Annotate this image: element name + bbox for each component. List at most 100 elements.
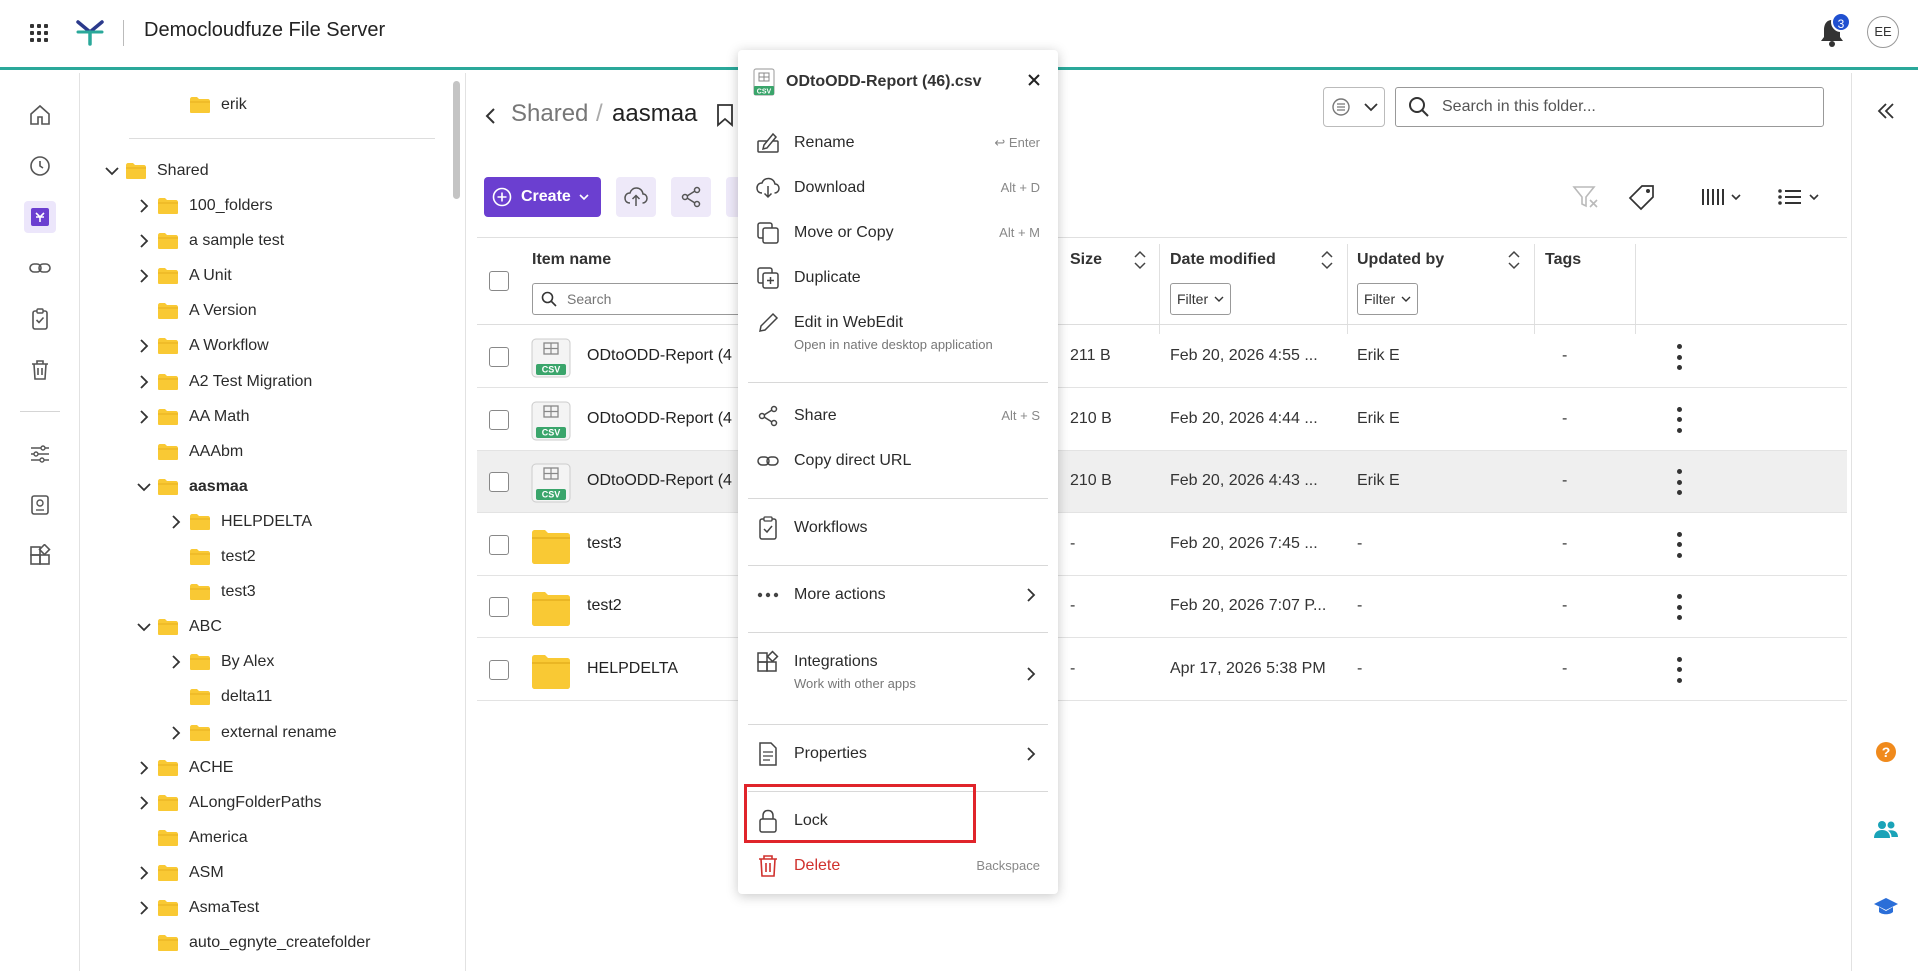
updated-by-filter-button[interactable]: Filter [1357, 283, 1419, 315]
table-row[interactable]: test3 - Feb 20, 2026 7:45 ... - - [477, 514, 1847, 576]
tasks-clipboard-icon[interactable] [24, 303, 56, 335]
apps-grid-icon[interactable] [24, 540, 56, 572]
chevron-down-icon[interactable] [105, 166, 119, 176]
row-checkbox[interactable] [489, 597, 509, 617]
menu-item-edit-webedit[interactable]: Edit in WebEdit Open in native desktop ap… [748, 309, 1048, 352]
more-toolbar-button[interactable] [726, 177, 738, 217]
tree-item-a-version[interactable]: A Version [131, 296, 257, 326]
column-header-name[interactable]: Item name [532, 251, 611, 269]
table-row[interactable]: HELPDELTA - Apr 17, 2026 5:38 PM - - [477, 639, 1847, 701]
bookmark-icon[interactable] [716, 103, 734, 127]
item-name[interactable]: ODtoODD-Report (4 [587, 347, 732, 365]
tree-toggle[interactable] [99, 166, 125, 176]
sort-date-icon[interactable] [1320, 249, 1334, 271]
sort-updated-icon[interactable] [1507, 249, 1521, 271]
tree-item-a-workflow[interactable]: A Workflow [131, 331, 269, 361]
tree-item-delta11[interactable]: delta11 [163, 682, 272, 712]
help-icon[interactable]: ? [1872, 738, 1900, 766]
back-arrow-icon[interactable] [482, 104, 498, 128]
tree-toggle[interactable] [131, 410, 157, 424]
tree-item-asmatest[interactable]: AsmaTest [131, 893, 259, 923]
user-avatar[interactable]: EE [1867, 16, 1899, 48]
select-all-checkbox[interactable] [489, 271, 509, 291]
create-button[interactable]: Create [484, 177, 601, 217]
menu-item-rename[interactable]: Rename ↩ Enter [748, 129, 1048, 157]
home-icon[interactable] [24, 99, 56, 131]
chevron-right-icon[interactable] [139, 761, 149, 775]
row-checkbox[interactable] [489, 347, 509, 367]
list-view-icon[interactable] [1777, 181, 1819, 213]
sort-size-icon[interactable] [1133, 249, 1147, 271]
tree-item-a2-test-migration[interactable]: A2 Test Migration [131, 367, 312, 397]
close-icon[interactable] [1022, 68, 1046, 92]
tree-item-100-folders[interactable]: 100_folders [131, 191, 273, 221]
column-header-tags[interactable]: Tags [1545, 251, 1581, 269]
chevron-right-icon[interactable] [171, 726, 181, 740]
tags-icon[interactable] [1628, 181, 1656, 213]
tree-toggle[interactable] [131, 375, 157, 389]
item-name[interactable]: test3 [587, 535, 622, 553]
menu-item-more-actions[interactable]: More actions [748, 581, 1048, 609]
row-more-icon[interactable] [1667, 594, 1691, 620]
tree-item-shared[interactable]: Shared [99, 156, 209, 186]
table-row[interactable]: CSV ODtoODD-Report (4 211 B Feb 20, 2026 4:… [477, 326, 1847, 388]
item-name[interactable]: test2 [587, 597, 622, 615]
chevron-right-icon[interactable] [139, 410, 149, 424]
search-input[interactable] [1442, 98, 1802, 116]
menu-item-properties[interactable]: Properties [748, 740, 1048, 768]
share-toolbar-button[interactable] [671, 177, 711, 217]
collapse-panel-icon[interactable] [1872, 97, 1900, 125]
chevron-down-icon[interactable] [137, 622, 151, 632]
chevron-right-icon[interactable] [139, 901, 149, 915]
table-row[interactable]: CSV ODtoODD-Report (4 210 B Feb 20, 2026 4:… [477, 451, 1847, 513]
chevron-right-icon[interactable] [171, 515, 181, 529]
tree-item-aaabm[interactable]: AAAbm [131, 437, 243, 467]
menu-item-share[interactable]: Share Alt + S [748, 402, 1048, 430]
menu-item-move-copy[interactable]: Move or Copy Alt + M [748, 219, 1048, 247]
tree-toggle[interactable] [131, 796, 157, 810]
tree-toggle[interactable] [131, 901, 157, 915]
tree-toggle[interactable] [131, 482, 157, 492]
column-header-size[interactable]: Size [1070, 251, 1102, 269]
reports-icon[interactable] [24, 489, 56, 521]
chevron-right-icon[interactable] [139, 339, 149, 353]
menu-item-download[interactable]: Download Alt + D [748, 174, 1048, 202]
chevron-right-icon[interactable] [171, 655, 181, 669]
files-icon[interactable] [24, 201, 56, 233]
tree-toggle[interactable] [163, 726, 189, 740]
links-icon[interactable] [24, 252, 56, 284]
row-more-icon[interactable] [1667, 469, 1691, 495]
clear-filter-icon[interactable] [1572, 181, 1600, 213]
row-more-icon[interactable] [1667, 656, 1691, 683]
menu-item-integrations[interactable]: Integrations Work with other apps [748, 648, 1048, 691]
tree-item-a-unit[interactable]: A Unit [131, 261, 232, 291]
tree-toggle[interactable] [131, 234, 157, 248]
tree-item-a-sample-test[interactable]: a sample test [131, 226, 284, 256]
chevron-right-icon[interactable] [139, 199, 149, 213]
table-row[interactable]: test2 - Feb 20, 2026 7:07 P... - - [477, 576, 1847, 638]
tree-item-aa-math[interactable]: AA Math [131, 402, 249, 432]
item-name[interactable]: HELPDELTA [587, 660, 678, 678]
menu-item-copy-url[interactable]: Copy direct URL [748, 447, 1048, 475]
tree-item-test3[interactable]: test3 [163, 577, 256, 607]
tree-item-aasmaa[interactable]: aasmaa [131, 472, 248, 502]
row-checkbox[interactable] [489, 409, 509, 430]
columns-layout-icon[interactable] [1701, 181, 1741, 213]
table-row[interactable]: CSV ODtoODD-Report (4 210 B Feb 20, 2026 4:… [477, 389, 1847, 451]
row-more-icon[interactable] [1667, 406, 1691, 433]
row-more-icon[interactable] [1667, 344, 1691, 370]
tree-toggle[interactable] [131, 761, 157, 775]
tree-scrollbar[interactable] [453, 81, 460, 199]
tree-item-helpdelta[interactable]: HELPDELTA [163, 507, 312, 537]
row-checkbox[interactable] [489, 472, 509, 492]
item-name[interactable]: ODtoODD-Report (4 [587, 472, 732, 490]
tree-item-abc[interactable]: ABC [131, 612, 222, 642]
tree-toggle[interactable] [131, 339, 157, 353]
app-launcher-icon[interactable] [28, 22, 50, 44]
item-name[interactable]: ODtoODD-Report (4 [587, 410, 732, 428]
row-checkbox[interactable] [489, 659, 509, 680]
settings-sliders-icon[interactable] [24, 438, 56, 470]
tree-item-ache[interactable]: ACHE [131, 753, 233, 783]
row-more-icon[interactable] [1667, 531, 1691, 558]
chevron-right-icon[interactable] [139, 796, 149, 810]
